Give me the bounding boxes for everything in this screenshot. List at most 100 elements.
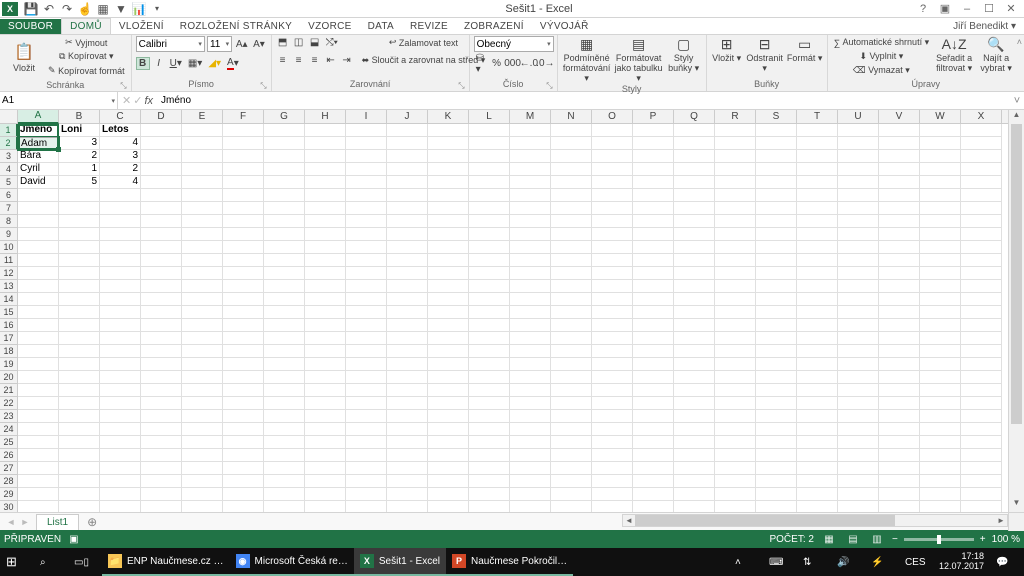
cell[interactable]: [264, 124, 305, 137]
cell[interactable]: [756, 371, 797, 384]
row-header[interactable]: 11: [0, 254, 17, 267]
cell[interactable]: [756, 124, 797, 137]
cell[interactable]: [879, 306, 920, 319]
action-center-icon[interactable]: 💬: [990, 548, 1024, 576]
cell[interactable]: [182, 358, 223, 371]
cell[interactable]: [961, 488, 1002, 501]
cell[interactable]: [428, 436, 469, 449]
tray-language[interactable]: CES: [899, 548, 933, 576]
cell[interactable]: [387, 176, 428, 189]
cell[interactable]: [592, 475, 633, 488]
cell[interactable]: [633, 501, 674, 512]
cell[interactable]: [674, 332, 715, 345]
column-header[interactable]: O: [592, 110, 633, 123]
cell[interactable]: [510, 449, 551, 462]
name-box-dropdown-icon[interactable]: ▾: [111, 97, 115, 105]
cell[interactable]: [920, 384, 961, 397]
cell[interactable]: [551, 345, 592, 358]
cell[interactable]: [100, 423, 141, 436]
cell[interactable]: [756, 358, 797, 371]
row-header[interactable]: 12: [0, 267, 17, 280]
column-header[interactable]: K: [428, 110, 469, 123]
cell[interactable]: [961, 436, 1002, 449]
cell[interactable]: [264, 189, 305, 202]
cell[interactable]: [346, 319, 387, 332]
macro-record-icon[interactable]: ▣: [69, 534, 78, 545]
cell[interactable]: [797, 280, 838, 293]
cell[interactable]: [961, 163, 1002, 176]
cell[interactable]: [797, 462, 838, 475]
cell[interactable]: [223, 215, 264, 228]
cell[interactable]: [469, 202, 510, 215]
cell[interactable]: [305, 436, 346, 449]
cell[interactable]: [264, 241, 305, 254]
cell[interactable]: [387, 410, 428, 423]
cell[interactable]: [223, 475, 264, 488]
cell[interactable]: [756, 423, 797, 436]
cell[interactable]: [797, 150, 838, 163]
cell[interactable]: [59, 267, 100, 280]
cell[interactable]: [469, 397, 510, 410]
cell[interactable]: [469, 267, 510, 280]
cell[interactable]: [346, 475, 387, 488]
cell[interactable]: [387, 371, 428, 384]
row-header[interactable]: 23: [0, 410, 17, 423]
cell[interactable]: [756, 462, 797, 475]
cell[interactable]: [264, 267, 305, 280]
cell[interactable]: [879, 384, 920, 397]
cell[interactable]: [100, 475, 141, 488]
cell[interactable]: [551, 449, 592, 462]
cell[interactable]: [346, 332, 387, 345]
cell[interactable]: [551, 423, 592, 436]
cell[interactable]: [879, 488, 920, 501]
cell[interactable]: [592, 215, 633, 228]
cell[interactable]: [346, 176, 387, 189]
cell[interactable]: [59, 228, 100, 241]
cell[interactable]: [838, 371, 879, 384]
column-header[interactable]: A: [18, 110, 59, 124]
cell[interactable]: [633, 189, 674, 202]
tab-data[interactable]: DATA: [360, 19, 402, 34]
cell[interactable]: [756, 384, 797, 397]
cell[interactable]: [223, 202, 264, 215]
cell[interactable]: [100, 371, 141, 384]
cell[interactable]: [715, 462, 756, 475]
cell[interactable]: [633, 267, 674, 280]
column-header[interactable]: X: [961, 110, 1002, 123]
column-header[interactable]: Q: [674, 110, 715, 123]
row-header[interactable]: 7: [0, 202, 17, 215]
cell[interactable]: [264, 319, 305, 332]
cell[interactable]: [838, 410, 879, 423]
column-header[interactable]: I: [346, 110, 387, 123]
cell[interactable]: [100, 267, 141, 280]
cell[interactable]: [879, 423, 920, 436]
cell[interactable]: [18, 202, 59, 215]
cell[interactable]: [961, 371, 1002, 384]
cell[interactable]: [633, 332, 674, 345]
cell[interactable]: [469, 319, 510, 332]
cell[interactable]: [182, 280, 223, 293]
row-header[interactable]: 18: [0, 345, 17, 358]
cell[interactable]: [182, 137, 223, 150]
cell[interactable]: [879, 371, 920, 384]
cell[interactable]: Adam: [18, 137, 59, 150]
cell[interactable]: [387, 202, 428, 215]
cell[interactable]: [592, 176, 633, 189]
cell[interactable]: [961, 345, 1002, 358]
cell[interactable]: [838, 267, 879, 280]
cell[interactable]: [141, 371, 182, 384]
cell[interactable]: [838, 332, 879, 345]
cell[interactable]: [18, 462, 59, 475]
font-launcher-icon[interactable]: ⤡: [260, 81, 266, 91]
cell[interactable]: [182, 228, 223, 241]
cell[interactable]: [838, 228, 879, 241]
cell[interactable]: [551, 371, 592, 384]
cell[interactable]: [510, 267, 551, 280]
cell[interactable]: [756, 150, 797, 163]
cell[interactable]: [961, 358, 1002, 371]
row-header[interactable]: 28: [0, 475, 17, 488]
cell[interactable]: [674, 176, 715, 189]
cell[interactable]: [428, 501, 469, 512]
cell[interactable]: [674, 124, 715, 137]
cell[interactable]: [510, 254, 551, 267]
